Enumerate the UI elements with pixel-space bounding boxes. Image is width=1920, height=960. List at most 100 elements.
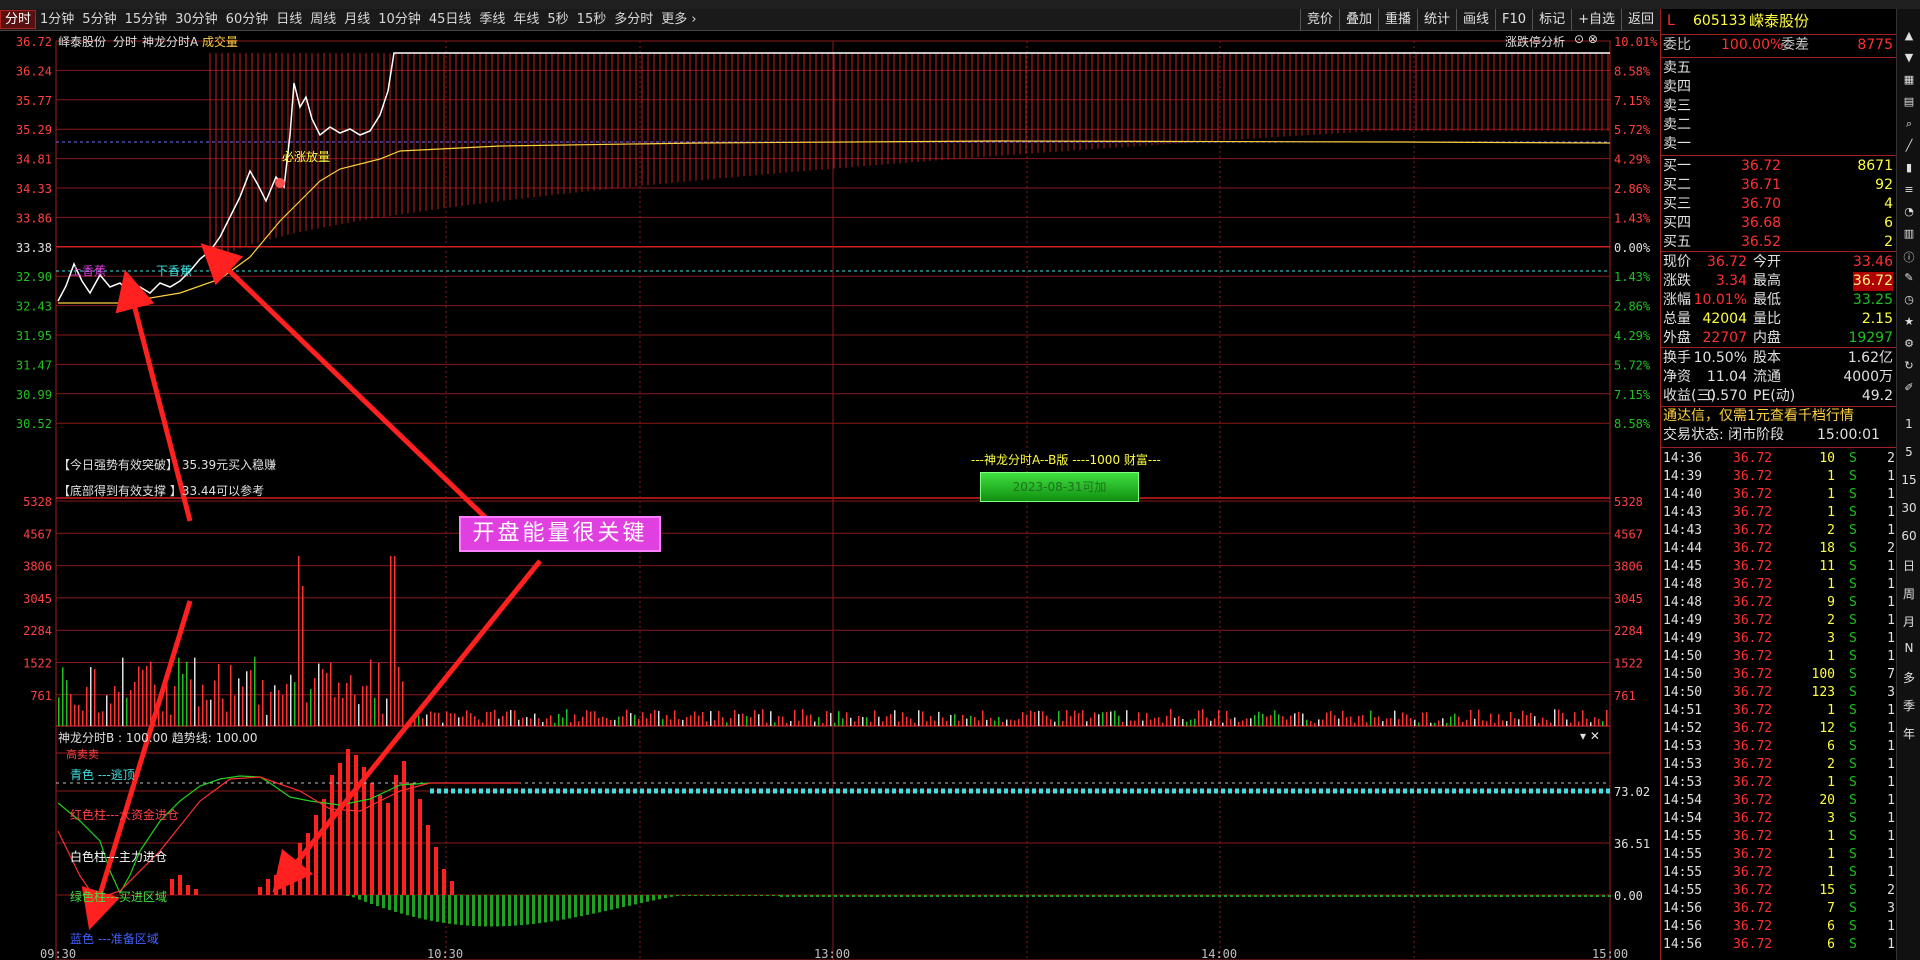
tick-row[interactable]: 14:55 36.72 1 S 1 (1661, 828, 1897, 846)
sell-level-row[interactable]: 卖一 (1661, 135, 1897, 154)
sell-level-row[interactable]: 卖二 (1661, 116, 1897, 135)
period-tab[interactable]: 更多 › (657, 9, 700, 30)
tool-button[interactable]: F10 (1495, 9, 1532, 30)
line-icon[interactable]: ╱ (1900, 139, 1918, 152)
volume-bar (726, 722, 728, 726)
tick-row[interactable]: 14:45 36.72 11 S 1 (1661, 558, 1897, 576)
period-tab[interactable]: 周线 (306, 9, 340, 30)
side-period-button[interactable]: 1 (1900, 417, 1918, 431)
buy-level-row[interactable]: 买三 36.70 4 (1661, 195, 1897, 214)
refresh-icon[interactable]: ↻ (1900, 359, 1918, 372)
up-arrow-icon[interactable]: ▲ (1900, 29, 1918, 42)
tool-button[interactable]: 叠加 (1338, 9, 1378, 30)
tick-row[interactable]: 14:49 36.72 2 S 1 (1661, 612, 1897, 630)
tool-button[interactable]: +自选 (1571, 9, 1621, 30)
buy-level-row[interactable]: 买五 36.52 2 (1661, 233, 1897, 252)
note-icon[interactable]: ✎ (1900, 271, 1918, 284)
tick-row[interactable]: 14:55 36.72 1 S 1 (1661, 864, 1897, 882)
tick-row[interactable]: 14:50 36.72 123 S 3 (1661, 684, 1897, 702)
notice-row[interactable]: 通达信，仅需1元查看千档行情 (1661, 407, 1897, 426)
search-icon[interactable]: ⌕ (1900, 117, 1918, 131)
tick-row[interactable]: 14:40 36.72 1 S 1 (1661, 486, 1897, 504)
side-period-button[interactable]: 30 (1900, 501, 1918, 515)
tick-row[interactable]: 14:54 36.72 20 S 1 (1661, 792, 1897, 810)
down-arrow-icon[interactable]: ▼ (1900, 51, 1918, 64)
tick-row[interactable]: 14:55 36.72 1 S 1 (1661, 846, 1897, 864)
tick-row[interactable]: 14:56 36.72 6 S 1 (1661, 918, 1897, 936)
tick-row[interactable]: 14:50 36.72 1 S 1 (1661, 648, 1897, 666)
bar-icon[interactable]: ▮ (1900, 161, 1918, 174)
side-period-button[interactable]: 15 (1900, 473, 1918, 487)
period-tab[interactable]: 多分时 (610, 9, 657, 30)
period-tab[interactable]: 5秒 (543, 9, 572, 30)
side-period-button[interactable]: 月 (1900, 613, 1918, 630)
sub-green-bar (1236, 895, 1239, 897)
tick-row[interactable]: 14:43 36.72 1 S 1 (1661, 504, 1897, 522)
edit-icon[interactable]: ✐ (1900, 381, 1918, 394)
period-tab[interactable]: 月线 (340, 9, 374, 30)
sell-level-row[interactable]: 卖五 (1661, 59, 1897, 78)
tick-row[interactable]: 14:44 36.72 18 S 2 (1661, 540, 1897, 558)
side-period-button[interactable]: 日 (1900, 557, 1918, 574)
clock-icon[interactable]: ◷ (1900, 293, 1918, 306)
period-tab[interactable]: 60分钟 (222, 9, 273, 30)
period-tab[interactable]: 年线 (509, 9, 543, 30)
buy-level-row[interactable]: 买四 36.68 6 (1661, 214, 1897, 233)
notice-text[interactable]: 通达信，仅需1元查看千档行情 (1663, 407, 1854, 426)
tick-row[interactable]: 14:50 36.72 100 S 7 (1661, 666, 1897, 684)
side-period-button[interactable]: 年 (1900, 725, 1918, 742)
period-tab[interactable]: 15秒 (573, 9, 611, 30)
tool-button[interactable]: 重播 (1377, 9, 1417, 30)
side-period-button[interactable]: 周 (1900, 585, 1918, 602)
period-tab[interactable]: 10分钟 (374, 9, 425, 30)
side-period-button[interactable]: 季 (1900, 697, 1918, 714)
sell-level-row[interactable]: 卖三 (1661, 97, 1897, 116)
tick-row[interactable]: 14:49 36.72 3 S 1 (1661, 630, 1897, 648)
tick-row[interactable]: 14:52 36.72 12 S 1 (1661, 720, 1897, 738)
pie-icon[interactable]: ◔ (1900, 205, 1918, 218)
sub-green-bar (1008, 895, 1011, 897)
tick-row[interactable]: 14:53 36.72 2 S 1 (1661, 756, 1897, 774)
tick-row[interactable]: 14:36 36.72 10 S 2 (1661, 450, 1897, 468)
list-icon[interactable]: ≡ (1900, 183, 1918, 196)
period-tab[interactable]: 45日线 (425, 9, 476, 30)
tick-row[interactable]: 14:53 36.72 1 S 1 (1661, 774, 1897, 792)
side-period-button[interactable]: 多 (1900, 669, 1918, 686)
period-tab[interactable]: 30分钟 (171, 9, 222, 30)
tick-row[interactable]: 14:54 36.72 3 S 1 (1661, 810, 1897, 828)
intraday-chart[interactable]: 36.72 10.01% 36.24 8.58% 35.77 7.15% 35.29 5.72… (0, 31, 1660, 960)
info-icon[interactable]: ⓘ (1900, 249, 1918, 265)
tick-row[interactable]: 14:55 36.72 15 S 2 (1661, 882, 1897, 900)
tick-row[interactable]: 14:56 36.72 7 S 3 (1661, 900, 1897, 918)
tick-row[interactable]: 14:51 36.72 1 S 1 (1661, 702, 1897, 720)
tool-button[interactable]: 画线 (1456, 9, 1495, 30)
buy-level-row[interactable]: 买一 36.72 8671 (1661, 157, 1897, 176)
chart-icon[interactable]: ▦ (1900, 73, 1918, 86)
period-tab[interactable]: 1分钟 (36, 9, 78, 30)
gear-icon[interactable]: ⚙ (1900, 337, 1918, 350)
tick-row[interactable]: 14:56 36.72 6 S 1 (1661, 936, 1897, 954)
tool-button[interactable]: 统计 (1417, 9, 1456, 30)
tick-time: 14:43 (1663, 523, 1703, 538)
side-period-button[interactable]: 60 (1900, 529, 1918, 543)
buy-level-row[interactable]: 买二 36.71 92 (1661, 176, 1897, 195)
period-tab[interactable]: 日线 (272, 9, 306, 30)
tool-button[interactable]: 标记 (1532, 9, 1571, 30)
sell-level-row[interactable]: 卖四 (1661, 78, 1897, 97)
tick-row[interactable]: 14:48 36.72 9 S 1 (1661, 594, 1897, 612)
period-tab[interactable]: 季线 (475, 9, 509, 30)
tick-row[interactable]: 14:39 36.72 1 S 1 (1661, 468, 1897, 486)
tool-button[interactable]: 返回 (1620, 9, 1660, 30)
star-icon[interactable]: ★ (1900, 315, 1918, 328)
table-icon[interactable]: ▥ (1900, 227, 1918, 240)
period-tab[interactable]: 5分钟 (78, 9, 120, 30)
tool-button[interactable]: 竞价 (1299, 9, 1339, 30)
tick-row[interactable]: 14:53 36.72 6 S 1 (1661, 738, 1897, 756)
period-tab[interactable]: 分时 (0, 10, 37, 29)
side-period-button[interactable]: N (1900, 641, 1918, 655)
side-period-button[interactable]: 5 (1900, 445, 1918, 459)
period-tab[interactable]: 15分钟 (121, 9, 172, 30)
tick-row[interactable]: 14:43 36.72 2 S 1 (1661, 522, 1897, 540)
grid-icon[interactable]: ▤ (1900, 95, 1918, 108)
tick-row[interactable]: 14:48 36.72 1 S 1 (1661, 576, 1897, 594)
